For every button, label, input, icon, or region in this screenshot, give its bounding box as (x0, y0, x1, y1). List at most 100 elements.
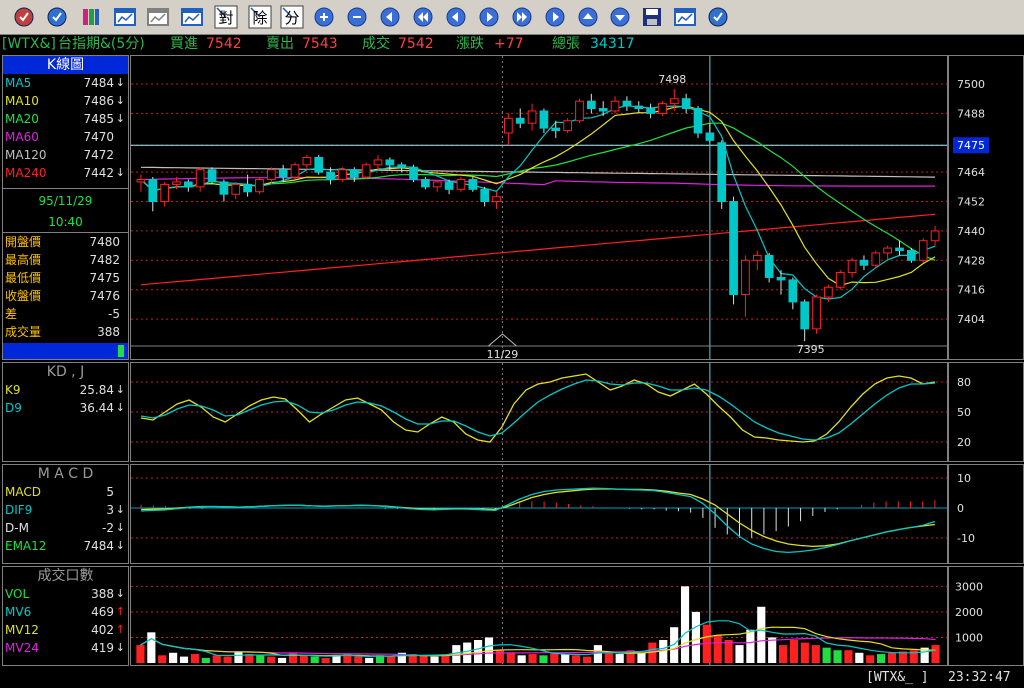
volume-bar (735, 645, 744, 663)
print-button[interactable] (673, 5, 697, 29)
volume-bar (223, 656, 232, 663)
volume-bar (778, 645, 788, 663)
volume-bar (691, 611, 701, 663)
save-button[interactable] (640, 5, 664, 29)
trend-arrow-icon: ↑ (115, 623, 125, 636)
trend-arrow-icon: ↓ (115, 166, 125, 179)
chart-window-gray-button[interactable] (146, 5, 170, 29)
split-dui-button[interactable]: 對 (214, 5, 238, 29)
candle (646, 108, 655, 114)
indicator-row: MACD 5 (3, 483, 128, 501)
kline-panel[interactable]: 7498 7395 11/29 (130, 55, 948, 361)
volume-bar (811, 645, 820, 663)
split-chu-button[interactable]: 除 (248, 5, 272, 29)
candle (314, 156, 324, 173)
monitor-button[interactable] (180, 5, 204, 29)
volume-bar (234, 651, 243, 663)
ohlc-list: 開盤價 7480 最高價 7482 最低價 7475 收盤價 7476 差 -5 成交量 388 (3, 233, 128, 341)
volume-bar (365, 657, 374, 663)
volume-bar (212, 655, 221, 663)
indicator-label: MV24 (5, 641, 39, 655)
candle (883, 247, 893, 254)
candle (586, 100, 596, 110)
candle (527, 110, 537, 124)
refresh-button[interactable] (45, 5, 69, 29)
fast-right-button[interactable] (510, 5, 534, 29)
volume-bar (299, 655, 308, 663)
date-marker: 11/29 (487, 348, 519, 359)
candle (669, 98, 679, 105)
indicator-value: 402 (91, 623, 114, 637)
candle (812, 296, 821, 330)
volume-bar (190, 654, 199, 663)
books-button[interactable] (79, 5, 103, 29)
indicator-row: VOL 388 ↓ (3, 585, 128, 603)
candle (729, 201, 738, 296)
candle (835, 272, 845, 288)
fast-left-button[interactable] (411, 5, 435, 29)
kd-panel[interactable] (130, 362, 948, 462)
indicator-row: MA5 7484 ↓ (3, 74, 128, 92)
ohlc-row: 成交量 388 (3, 323, 128, 341)
current-price-value: 7475 (957, 139, 985, 152)
zoom-out-button[interactable] (345, 5, 369, 29)
trend-arrow-icon: ↓ (115, 521, 125, 534)
ma120-line (140, 166, 936, 178)
volume-panel[interactable] (130, 566, 948, 666)
split-fen-button[interactable]: 分 (280, 5, 304, 29)
scroll-down-button[interactable] (608, 5, 632, 29)
indicator-value: 7470 (83, 130, 114, 144)
zoom-in-button[interactable] (312, 5, 336, 29)
y-tick-label: 7464 (957, 166, 985, 179)
scroll-up-button[interactable] (576, 5, 600, 29)
step-left-button[interactable] (444, 5, 468, 29)
candle (219, 181, 229, 195)
split-chu-icon: 除 (248, 5, 272, 29)
ohlc-label: 差 (5, 307, 18, 321)
candle (622, 100, 632, 107)
indicator-value: 3 (106, 503, 114, 517)
ohlc-row: 收盤價 7476 (3, 287, 128, 305)
status-clock: 23:32:47 (948, 670, 1011, 685)
y-tick-label: 1000 (955, 631, 983, 644)
candle (266, 169, 276, 181)
ohlc-label: 開盤價 (5, 235, 42, 249)
y-tick-label: 7416 (957, 284, 985, 297)
save-icon (643, 8, 661, 26)
scroll-left-button[interactable] (378, 5, 402, 29)
candle (752, 254, 762, 261)
candle (183, 181, 193, 188)
ohlc-value: -5 (108, 307, 120, 321)
change-label: 漲跌 (456, 36, 484, 52)
volume-bar (866, 655, 875, 663)
candle (575, 100, 584, 122)
macd-chart (131, 465, 947, 563)
kd-chart (131, 363, 947, 461)
y-tick-label: 7500 (957, 78, 985, 91)
trend-arrow-icon: ↓ (115, 587, 125, 600)
macd-panel[interactable] (130, 464, 948, 564)
indicator-row: MV12 402 ↑ (3, 621, 128, 639)
chart-window-button[interactable] (113, 5, 137, 29)
ask-value: 7543 (302, 36, 338, 52)
volume-bar (147, 632, 156, 663)
candle (231, 183, 241, 195)
ohlc-row: 差 -5 (3, 305, 128, 323)
quote-name: 台指期&(5分) (58, 36, 145, 52)
indicator-value: 5 (106, 485, 114, 499)
step-right-button[interactable] (477, 5, 501, 29)
indicator-row: MA120 7472 (3, 146, 128, 164)
candle (741, 259, 750, 296)
candle (551, 127, 561, 132)
lotus-button[interactable] (12, 5, 36, 29)
candle (160, 183, 169, 203)
indicator-label: D-M (5, 521, 29, 535)
y-tick-label: -10 (957, 532, 975, 545)
volume-bar (757, 606, 766, 663)
candle (658, 103, 667, 114)
help-button[interactable] (706, 5, 730, 29)
scroll-right-button[interactable] (543, 5, 567, 29)
volume-bar (256, 655, 265, 663)
candle (385, 159, 395, 166)
candle (255, 179, 264, 193)
